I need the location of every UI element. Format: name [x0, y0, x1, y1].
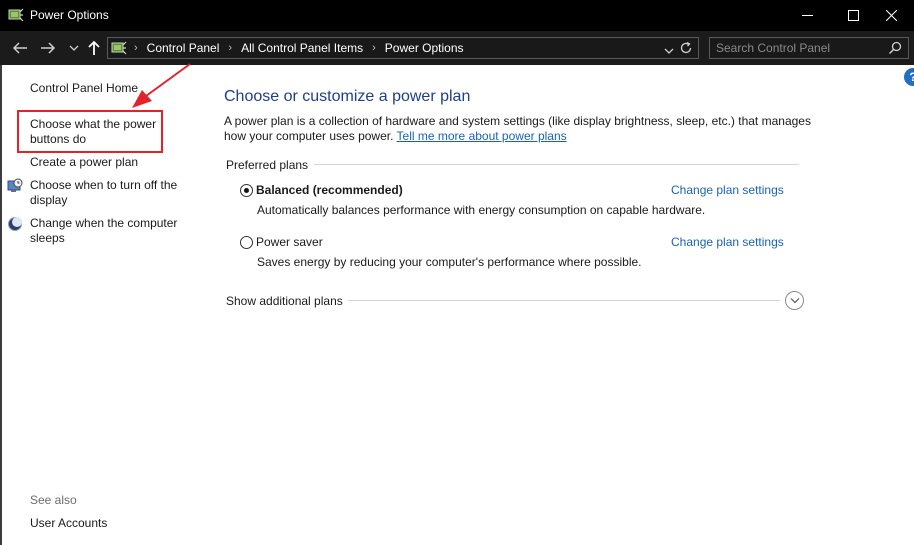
- plan-power-saver-settings-link[interactable]: Change plan settings: [671, 235, 784, 249]
- expand-plans-button[interactable]: [785, 291, 804, 310]
- up-button[interactable]: [85, 39, 103, 57]
- search-box[interactable]: [709, 37, 909, 59]
- title-bar: Power Options: [0, 0, 914, 31]
- sidebar-item-computer-sleeps[interactable]: Change when the computer sleeps: [30, 216, 177, 246]
- refresh-button[interactable]: [679, 41, 693, 60]
- breadcrumb-power-options[interactable]: Power Options: [385, 41, 464, 55]
- display-clock-icon: [7, 178, 23, 194]
- breadcrumb-separator-icon[interactable]: ›: [372, 42, 376, 54]
- forward-button[interactable]: [39, 39, 57, 57]
- page-title: Choose or customize a power plan: [224, 88, 471, 105]
- recent-locations-button[interactable]: [65, 39, 83, 57]
- breadcrumb-separator-icon[interactable]: ›: [228, 42, 232, 54]
- plan-balanced-description: Automatically balances performance with …: [257, 203, 706, 217]
- power-options-icon: [8, 7, 24, 23]
- see-also-heading: See also: [30, 493, 77, 507]
- power-options-icon: [111, 40, 127, 56]
- sidebar-item-label: Change when the computer: [30, 216, 178, 230]
- maximize-icon: [847, 10, 859, 21]
- breadcrumb-separator-icon[interactable]: ›: [134, 42, 138, 54]
- breadcrumb-control-panel[interactable]: Control Panel: [147, 41, 220, 55]
- chevron-down-icon: [664, 48, 674, 54]
- chevron-down-icon: [790, 298, 799, 304]
- minimize-button[interactable]: [784, 0, 830, 31]
- chevron-down-icon: [69, 45, 79, 51]
- plan-power-saver-description: Saves energy by reducing your computer's…: [257, 255, 642, 269]
- plan-balanced-radio[interactable]: [240, 184, 253, 197]
- address-toolbar: › Control Panel › All Control Panel Item…: [0, 31, 914, 65]
- sidebar-item-turn-off-display[interactable]: Choose when to turn off the display: [30, 178, 177, 208]
- highlight-box: [17, 110, 163, 153]
- address-box[interactable]: › Control Panel › All Control Panel Item…: [107, 37, 699, 59]
- minimize-icon: [801, 15, 813, 16]
- close-button[interactable]: [868, 0, 914, 31]
- search-icon[interactable]: [888, 41, 902, 60]
- up-arrow-icon: [88, 40, 100, 55]
- forward-arrow-icon: [41, 42, 56, 54]
- plan-power-saver-label[interactable]: Power saver: [256, 235, 323, 249]
- plan-power-saver-radio[interactable]: [240, 236, 253, 249]
- plan-balanced-settings-link[interactable]: Change plan settings: [671, 183, 784, 197]
- sidebar-item-create-plan[interactable]: Create a power plan: [30, 155, 138, 170]
- breadcrumb: › Control Panel › All Control Panel Item…: [130, 41, 464, 55]
- sidebar-item-label: sleeps: [30, 231, 65, 245]
- learn-more-link[interactable]: Tell me more about power plans: [397, 129, 567, 143]
- sidebar-item-control-panel-home[interactable]: Control Panel Home: [30, 81, 138, 96]
- preferred-plans-heading: Preferred plans: [226, 158, 315, 172]
- moon-icon: [7, 216, 23, 232]
- search-input[interactable]: [716, 40, 881, 56]
- sidebar-item-user-accounts[interactable]: User Accounts: [30, 516, 107, 531]
- back-arrow-icon: [12, 42, 27, 54]
- close-icon: [885, 10, 897, 21]
- window-title: Power Options: [30, 8, 109, 22]
- address-dropdown-button[interactable]: [664, 42, 674, 60]
- refresh-icon: [680, 41, 692, 54]
- window-edge: [0, 65, 2, 545]
- plan-balanced-label[interactable]: Balanced (recommended): [256, 183, 403, 197]
- page-description: A power plan is a collection of hardware…: [224, 114, 814, 144]
- show-additional-divider: [348, 300, 780, 301]
- sidebar-item-label: display: [30, 193, 68, 207]
- sidebar-item-label: Choose when to turn off the: [30, 178, 178, 192]
- show-additional-plans-label[interactable]: Show additional plans: [226, 294, 343, 308]
- breadcrumb-all-items[interactable]: All Control Panel Items: [241, 41, 363, 55]
- back-button[interactable]: [11, 39, 29, 57]
- help-button[interactable]: ?: [904, 68, 914, 86]
